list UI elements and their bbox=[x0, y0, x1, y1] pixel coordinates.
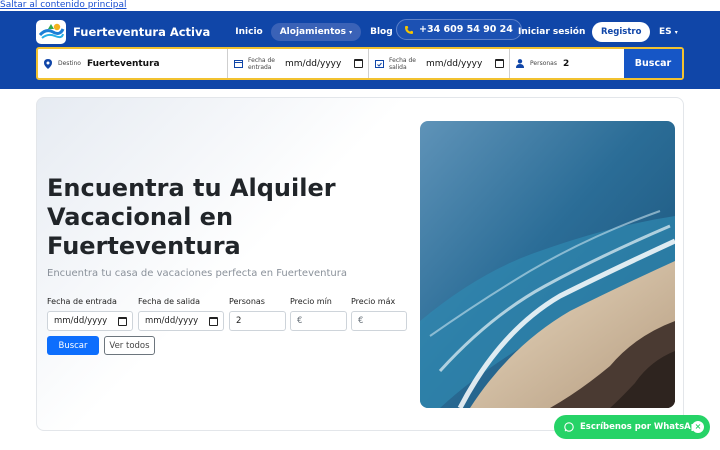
filter-price-min-value: € bbox=[297, 316, 303, 326]
checkin-value: mm/dd/yyyy bbox=[285, 58, 342, 69]
hero-subtitle: Encuentra tu casa de vacaciones perfecta… bbox=[47, 268, 347, 279]
filter-checkin-value: mm/dd/yyyy bbox=[54, 316, 108, 326]
header-search-button[interactable]: Buscar bbox=[624, 49, 682, 78]
checkin-field[interactable]: Fecha de entrada mm/dd/yyyy bbox=[228, 49, 369, 78]
calendar-check-icon bbox=[375, 60, 384, 68]
filter-checkout-label: Fecha de salida bbox=[138, 297, 201, 306]
nav-dropdown-alojamientos[interactable]: Alojamientos ▾ bbox=[270, 22, 362, 41]
brand-name[interactable]: Fuerteventura Activa bbox=[73, 25, 210, 39]
guests-field[interactable]: Personas 2 bbox=[510, 49, 624, 78]
phone-icon bbox=[405, 25, 413, 34]
close-icon[interactable]: × bbox=[692, 421, 704, 433]
whatsapp-label: Escríbenos por WhatsApp bbox=[580, 422, 703, 432]
filter-checkout-value: mm/dd/yyyy bbox=[145, 316, 199, 326]
filter-guests-value: 2 bbox=[236, 316, 242, 326]
checkout-field[interactable]: Fecha de salida mm/dd/yyyy bbox=[369, 49, 510, 78]
destination-value: Fuerteventura bbox=[86, 58, 160, 69]
checkout-value: mm/dd/yyyy bbox=[426, 58, 483, 69]
checkout-label: Fecha de bbox=[389, 56, 416, 64]
hero-search-button[interactable]: Buscar bbox=[47, 336, 99, 355]
nav-dropdown-label: Alojamientos bbox=[279, 26, 346, 37]
checkout-label-line2: salida bbox=[389, 63, 407, 71]
filter-guests-input[interactable]: 2 bbox=[229, 311, 286, 331]
nav-link-inicio[interactable]: Inicio bbox=[235, 27, 262, 37]
calendar-icon bbox=[354, 59, 363, 68]
view-all-button[interactable]: Ver todos bbox=[104, 336, 155, 355]
register-button[interactable]: Registro bbox=[592, 21, 651, 42]
filter-price-max-input[interactable]: € bbox=[351, 311, 407, 331]
filter-price-min-label: Precio mín bbox=[290, 297, 332, 306]
whatsapp-chat-button[interactable]: Escríbenos por WhatsApp × bbox=[554, 415, 710, 439]
whatsapp-icon bbox=[564, 422, 574, 432]
language-label: ES bbox=[659, 26, 672, 37]
main-nav: Fuerteventura Activa Inicio Alojamientos… bbox=[36, 19, 684, 44]
guests-label: Personas bbox=[530, 60, 557, 67]
person-icon bbox=[516, 59, 524, 68]
phone-number: +34 609 54 90 24 bbox=[419, 24, 513, 35]
phone-button[interactable]: +34 609 54 90 24 bbox=[396, 19, 522, 40]
filter-checkin-label: Fecha de entrada bbox=[47, 297, 117, 306]
filter-price-max-value: € bbox=[358, 316, 364, 326]
chevron-down-icon: ▾ bbox=[674, 28, 678, 36]
filter-guests-label: Personas bbox=[229, 297, 265, 306]
filter-checkout-input[interactable]: mm/dd/yyyy bbox=[138, 311, 224, 331]
header-search-bar: Destino Fuerteventura Fecha de entrada m… bbox=[36, 47, 684, 80]
language-selector[interactable]: ES ▾ bbox=[659, 27, 678, 37]
calendar-icon bbox=[495, 59, 504, 68]
filter-price-min-input[interactable]: € bbox=[290, 311, 347, 331]
hero-card: Encuentra tu Alquiler Vacacional en Fuer… bbox=[36, 97, 684, 431]
checkin-label: Fecha de bbox=[248, 56, 275, 64]
filter-checkin-input[interactable]: mm/dd/yyyy bbox=[47, 311, 133, 331]
location-pin-icon bbox=[44, 58, 52, 69]
calendar-icon bbox=[234, 60, 243, 68]
login-link[interactable]: Iniciar sesión bbox=[518, 27, 585, 37]
filter-price-max-label: Precio máx bbox=[351, 297, 396, 306]
logo-icon bbox=[38, 23, 65, 39]
skip-to-content-link[interactable]: Saltar al contenido principal bbox=[0, 0, 127, 11]
hero-beach-image bbox=[420, 121, 675, 408]
destination-label: Destino bbox=[58, 60, 81, 67]
site-header: Fuerteventura Activa Inicio Alojamientos… bbox=[0, 11, 720, 89]
checkin-label-line2: entrada bbox=[248, 63, 272, 71]
nav-link-blog[interactable]: Blog bbox=[370, 27, 393, 37]
brand-logo[interactable] bbox=[36, 19, 66, 44]
guests-value: 2 bbox=[562, 58, 570, 69]
chevron-down-icon: ▾ bbox=[349, 28, 353, 36]
page-title: Encuentra tu Alquiler Vacacional en Fuer… bbox=[47, 174, 336, 260]
destination-field[interactable]: Destino Fuerteventura bbox=[38, 49, 228, 78]
calendar-icon bbox=[118, 317, 127, 326]
beach-coast-photo bbox=[420, 121, 675, 408]
calendar-icon bbox=[209, 317, 218, 326]
